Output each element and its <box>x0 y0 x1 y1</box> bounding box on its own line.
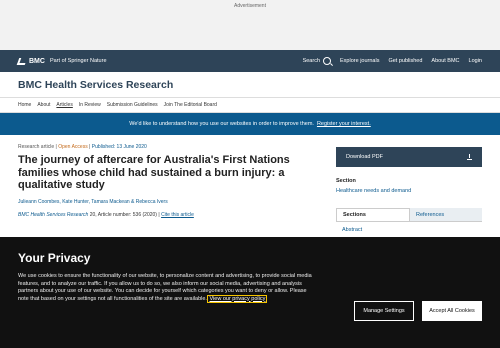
nav-home[interactable]: Home <box>18 102 31 108</box>
search-button[interactable]: Search <box>302 57 332 65</box>
article-title: The journey of aftercare for Australia's… <box>18 154 290 191</box>
search-label: Search <box>302 58 321 64</box>
advertisement-label: Advertisement <box>234 3 266 9</box>
survey-notice-text: We'd like to understand how you use our … <box>129 121 314 127</box>
explore-journals-link[interactable]: Explore journals <box>340 58 379 64</box>
register-interest-link[interactable]: Register your interest. <box>317 121 371 127</box>
springer-nature-label: Part of Springer Nature <box>49 58 107 64</box>
journal-header: BMC Health Services Research <box>0 72 500 98</box>
open-access-badge: Open Access <box>58 144 88 150</box>
tab-sections[interactable]: Sections <box>336 208 410 221</box>
article-header: Research article | Open Access | Publish… <box>18 135 318 233</box>
article-sidebar: Download PDF Section Healthcare needs an… <box>336 135 482 233</box>
cite-this-article-link[interactable]: Cite this article <box>161 212 194 218</box>
published-date: Published: 13 June 2020 <box>91 144 147 150</box>
login-link[interactable]: Login <box>469 58 482 64</box>
citation-line: BMC Health Services Research 20, Article… <box>18 211 194 218</box>
author-list[interactable]: Julieann Coombes, Kate Hunter, Tamara Ma… <box>18 199 318 205</box>
get-published-link[interactable]: Get published <box>388 58 422 64</box>
section-label: Section <box>336 178 356 184</box>
privacy-text-block: We use cookies to ensure the functionali… <box>18 273 318 321</box>
citation-details: 20, Article number: 536 (2020) <box>88 211 157 218</box>
cookie-consent-banner: Your Privacy We use cookies to ensure th… <box>0 237 500 348</box>
toc-abstract-link[interactable]: Abstract <box>336 227 482 233</box>
article-type: Research article <box>18 144 55 150</box>
download-pdf-label: Download PDF <box>346 154 383 160</box>
download-icon <box>467 154 472 160</box>
nav-about[interactable]: About <box>37 102 50 108</box>
privacy-text: We use cookies to ensure the functionali… <box>18 273 312 302</box>
advertisement-banner: Advertisement <box>0 0 500 50</box>
privacy-title: Your Privacy <box>18 251 91 265</box>
journal-nav: Home About Articles In Review Submission… <box>0 98 500 113</box>
about-bmc-link[interactable]: About BMC <box>431 58 459 64</box>
nav-join-editorial-board[interactable]: Join The Editorial Board <box>164 102 217 108</box>
section-value-link[interactable]: Healthcare needs and demand <box>336 188 482 194</box>
bmc-logo[interactable]: BMC <box>16 57 45 65</box>
sidebar-tabs: Sections References <box>336 208 482 222</box>
privacy-policy-link[interactable]: View our privacy policy <box>207 294 268 303</box>
journal-title[interactable]: BMC Health Services Research <box>18 79 173 91</box>
tab-references[interactable]: References <box>410 208 482 221</box>
survey-notice: We'd like to understand how you use our … <box>0 113 500 135</box>
brand-header: BMC Part of Springer Nature Search Explo… <box>0 50 500 72</box>
article-meta: Research article | Open Access | Publish… <box>18 144 147 150</box>
download-pdf-button[interactable]: Download PDF <box>336 147 482 167</box>
search-icon <box>323 57 332 65</box>
nav-in-review[interactable]: In Review <box>79 102 101 108</box>
accept-all-cookies-button[interactable]: Accept All Cookies <box>422 301 482 321</box>
citation-journal[interactable]: BMC Health Services Research <box>18 212 88 218</box>
manage-settings-button[interactable]: Manage Settings <box>354 301 414 321</box>
nav-articles[interactable]: Articles <box>56 102 72 108</box>
bmc-logo-icon <box>16 57 28 65</box>
nav-submission-guidelines[interactable]: Submission Guidelines <box>107 102 158 108</box>
